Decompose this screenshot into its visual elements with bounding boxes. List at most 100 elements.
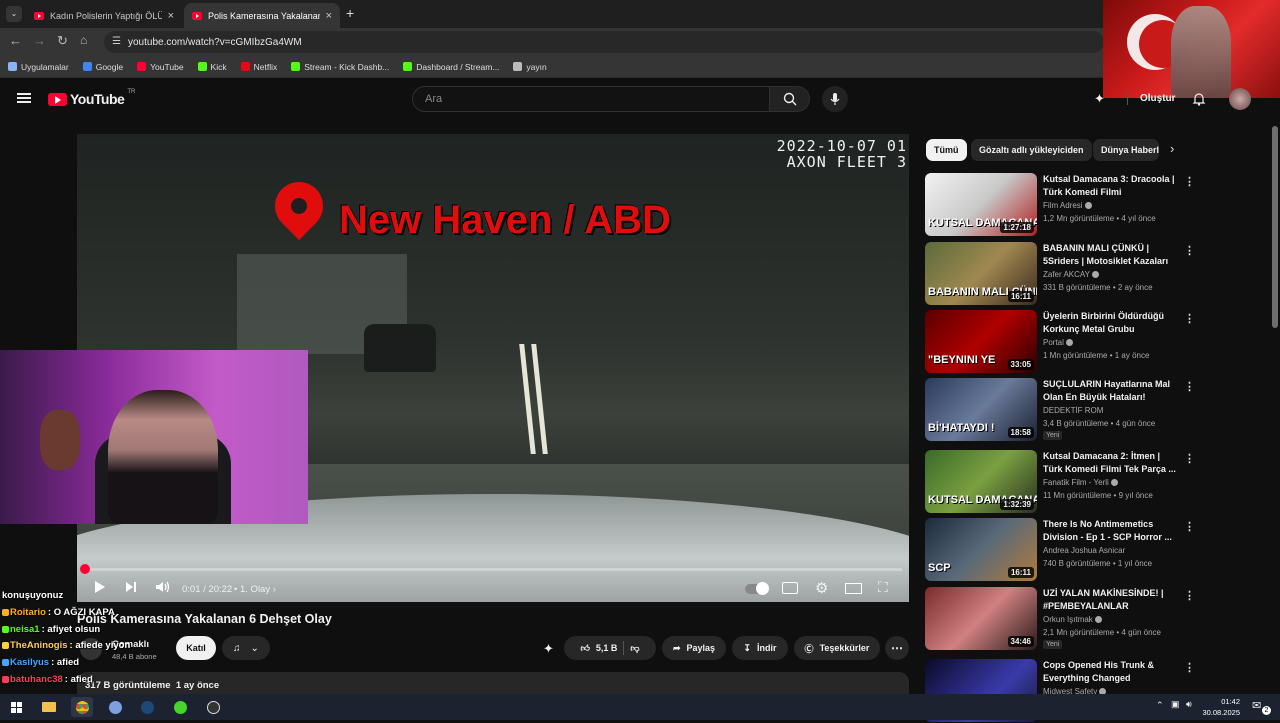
forward-icon[interactable]: → [33,33,46,48]
tray-chevron-icon[interactable]: ⌃ [1156,700,1164,711]
more-options-icon[interactable]: ⋮ [1184,452,1195,465]
recommended-video-title[interactable]: There Is No Antimemetics Division - Ep 1… [1043,518,1178,545]
more-options-icon[interactable]: ⋮ [1184,520,1195,533]
bookmark-item[interactable]: Uygulamalar [8,62,69,72]
thanks-button[interactable]: Ⓒ Teşekkürler [794,636,880,660]
steam-icon[interactable] [136,697,158,717]
kick-extension-icon[interactable]: ✦ [543,641,554,657]
user-avatar[interactable] [1229,88,1251,110]
razer-icon[interactable] [169,697,191,717]
search-button[interactable] [770,86,810,112]
chip-world-news[interactable]: Dünya Haberl [1093,139,1159,161]
tab-search-button[interactable]: ⌄ [6,6,22,22]
autoplay-toggle[interactable] [745,582,769,595]
home-icon[interactable]: ⌂ [80,33,87,47]
more-options-icon[interactable]: ⋮ [1184,312,1195,325]
theater-mode-icon[interactable] [845,583,862,594]
app-icon-blue[interactable] [104,697,126,717]
video-thumbnail[interactable]: Bİ'HATAYDI ! 18:58 [925,378,1037,441]
more-options-icon[interactable]: ⋮ [1184,175,1195,188]
recommended-video[interactable]: BABANIN MALI ÇÜNKÜ16:11BABANIN MALI ÇÜNK… [925,242,1265,306]
recommended-video-title[interactable]: SUÇLULARIN Hayatlarına Mal Olan En Büyük… [1043,378,1178,405]
youtube-logo[interactable]: YouTube TR [48,89,135,107]
recommended-channel[interactable]: Andrea Joshua Asnicar [1043,546,1125,555]
kick-extension-icon[interactable]: ✦ [1094,91,1105,107]
taskbar-clock[interactable]: 01:42 30.08.2025 [1196,696,1240,718]
recommended-video[interactable]: Bİ'HATAYDI ! 18:58 SUÇLULARIN Hayatlarına … [925,378,1265,442]
recommended-video-title[interactable]: Cops Opened His Trunk & Everything Chang… [1043,659,1178,686]
chrome-icon[interactable] [71,697,93,717]
recommended-video-title[interactable]: Kutsal Damacana 2: İtmen | Türk Komedi F… [1043,450,1178,477]
windows-logo-icon [10,701,22,713]
file-explorer-icon[interactable] [38,697,60,717]
chevron-right-icon[interactable]: › [1170,141,1174,156]
subtitles-icon[interactable] [782,582,798,594]
more-options-icon[interactable]: ⋮ [1184,661,1195,674]
video-thumbnail[interactable]: "BEYNINI YE 33:05 [925,310,1037,373]
start-menu-icon[interactable] [5,697,27,717]
video-thumbnail[interactable]: KUTSAL DAMACANA 2 1:32:39 [925,450,1037,513]
recommended-channel[interactable]: DEDEKTİF ROM [1043,406,1103,415]
create-button[interactable]: Oluştur [1140,93,1176,104]
recommended-channel[interactable]: Zafer AKCAY [1043,270,1099,279]
video-thumbnail[interactable]: BABANIN MALI ÇÜNKÜ16:11 [925,242,1037,305]
notification-center-icon[interactable]: ✉ [1252,699,1261,712]
video-thumbnail[interactable]: KUTSAL DAMACANA 1:27:18 [925,173,1037,236]
video-thumbnail[interactable]: SCP 16:11 [925,518,1037,581]
bookmark-item[interactable]: Kick [197,62,227,72]
bookmark-item[interactable]: Dashboard / Stream... [403,62,499,72]
like-divider [623,641,625,655]
recommended-video[interactable]: KUTSAL DAMACANA 1:27:18 Kutsal Damacana 3:… [925,173,1265,237]
recommended-video[interactable]: "BEYNINI YE 33:05 Üyelerin Birbirini Öldür… [925,310,1265,374]
recommended-channel[interactable]: Portal [1043,338,1073,347]
browser-tab-active[interactable]: Polis Kamerasına Yakalanan 6 D × [184,3,340,28]
like-button[interactable]: 👍︎ 5,1 B [580,643,617,654]
new-tab-button[interactable]: + [346,5,354,21]
bookmark-item[interactable]: Google [82,62,123,72]
url-field[interactable]: ☰ youtube.com/watch?v=cGMIbzGa4WM [104,31,1104,53]
recommended-channel[interactable]: Fanatik Film - Yerli [1043,478,1118,487]
share-button[interactable]: ➦ Paylaş [662,636,726,660]
fullscreen-icon[interactable]: ⛶ [878,579,888,596]
bookmark-item[interactable]: Stream - Kick Dashb... [291,62,389,72]
video-thumbnail[interactable]: 34:46 [925,587,1037,650]
progress-scrubber[interactable] [79,564,90,574]
settings-gear-icon[interactable]: ⚙ [815,579,828,597]
bookmark-item[interactable]: YouTube [137,62,184,72]
recommended-channel[interactable]: Orkun Işıtmak [1043,615,1102,624]
close-tab-icon[interactable]: × [168,10,174,22]
bookmark-item[interactable]: yayın [513,62,547,72]
hamburger-menu-icon[interactable] [17,93,31,103]
chip-uploader[interactable]: Gözaltı adlı yükleyiciden [971,139,1092,161]
more-options-icon[interactable]: ⋮ [1184,380,1195,393]
obs-icon[interactable] [202,697,224,717]
more-actions-button[interactable]: ⋯ [885,636,909,660]
search-input[interactable]: Ara [412,86,770,112]
network-icon[interactable]: ▣ [1171,699,1180,710]
browser-tab[interactable]: Kadın Polislerin Yaptığı ÖLÜMCÜ × [26,3,182,28]
recommended-video-title[interactable]: BABANIN MALI ÇÜNKÜ | 5Sriders | Motosikl… [1043,242,1178,269]
recommended-video[interactable]: SCP 16:11 There Is No Antimemetics Divisio… [925,518,1265,582]
page-scrollbar[interactable] [1272,126,1278,328]
dislike-button[interactable]: 👎︎ [630,643,639,654]
site-info-icon[interactable]: ☰ [112,36,121,47]
recommended-video-title[interactable]: Üyelerin Birbirini Öldürdüğü Korkunç Met… [1043,310,1178,337]
verified-check-icon [1094,616,1102,624]
speaker-icon[interactable]: 🔊︎ [1186,699,1192,710]
recommended-video[interactable]: 34:46 UZİ YALAN MAKİNESİNDE! | #PEMBEYALA… [925,587,1265,651]
close-tab-icon[interactable]: × [326,10,332,22]
download-button[interactable]: ↧ İndir [732,636,788,660]
recommended-video[interactable]: KUTSAL DAMACANA 2 1:32:39 Kutsal Damacana … [925,450,1265,514]
recommended-video-title[interactable]: UZİ YALAN MAKİNESİNDE! | #PEMBEYALANLAR [1043,587,1178,614]
bookmark-item[interactable]: Netflix [240,62,277,72]
chip-all[interactable]: Tümü [926,139,967,161]
notifications-bell-icon[interactable] [1192,92,1206,106]
back-icon[interactable]: ← [9,33,22,48]
more-options-icon[interactable]: ⋮ [1184,589,1195,602]
reload-icon[interactable]: ↻ [57,33,68,49]
progress-bar[interactable] [79,564,902,574]
recommended-channel[interactable]: Film Adresi [1043,201,1092,210]
voice-search-button[interactable] [822,86,848,112]
recommended-video-title[interactable]: Kutsal Damacana 3: Dracoola | Türk Komed… [1043,173,1178,200]
more-options-icon[interactable]: ⋮ [1184,244,1195,257]
